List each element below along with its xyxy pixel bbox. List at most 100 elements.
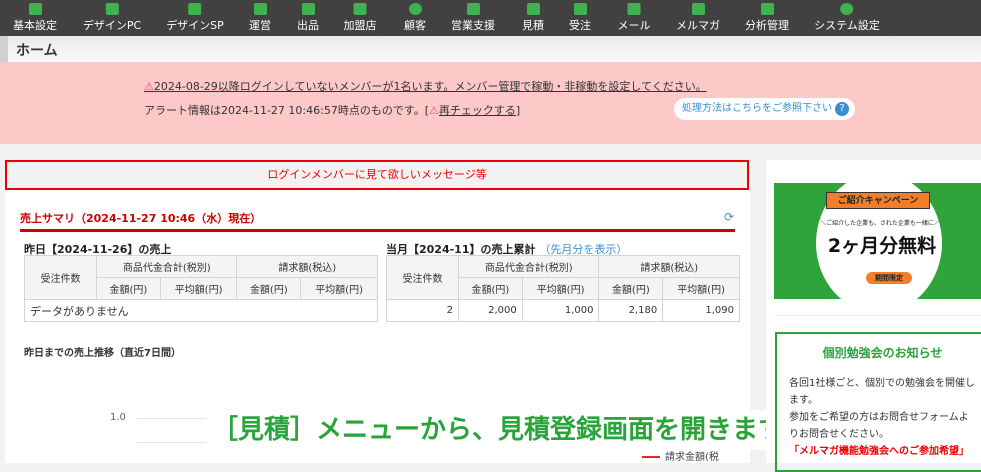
y-tick-label: 1.0 [110,412,126,423]
banner-ribbon: ご紹介キャンペーン [826,192,930,209]
help-button[interactable]: 処理方法はこちらをご参照下さい? [674,98,855,120]
divider [20,229,735,232]
empty-message: データがありません [24,299,378,322]
study-session-notice: 個別勉強会のお知らせ 各回1社様ごと、個別での勉強会を開催します。 参加をご希望… [775,332,981,472]
col-billing: 請求額(税込) [236,255,378,278]
col-average: 平均額(円) [159,277,238,300]
table-row: 2 2,000 1,000 2,180 1,090 [386,299,740,322]
mail-icon [627,3,641,15]
nav-label: 受注 [569,19,591,32]
archive-icon [253,3,267,15]
warning-icon: ⚠ [144,80,154,93]
cell-goods-avg: 1,000 [521,299,600,322]
alert-info: アラート情報は2024-11-27 10:46:57時点のものです。[⚠再チェッ… [144,102,520,118]
warning-icon: ⚠ [429,104,439,117]
refresh-icon[interactable]: ⟳ [724,210,734,224]
col-amount: 金額(円) [598,277,664,300]
briefcase-icon [466,3,480,15]
nav-item-5[interactable]: 加盟店 [344,3,377,33]
nav-label: 出品 [297,19,319,32]
referral-campaign-banner[interactable]: ご紹介キャンペーン ＼ご紹介した企業も、された企業も一緒に／ 2ヶ月分無料 期間… [774,183,981,299]
help-label: 処理方法はこちらをご参照下さい [682,103,832,114]
mail-settings-icon [691,3,705,15]
study-text: 参加をご希望の方はお問合せフォームよりお問合せください。 [789,412,969,440]
legend-swatch [642,456,660,458]
col-billing: 請求額(税込) [598,255,740,278]
cart-icon [573,3,587,15]
study-title: 個別勉強会のお知らせ [822,346,943,360]
nav-item-12[interactable]: 分析管理 [745,3,789,33]
legend-label: 請求金額(税 [665,452,719,463]
user-icon [408,3,422,15]
col-amount: 金額(円) [96,277,161,300]
study-highlight: 「メルマガ機能勉強会へのご参加希望」 [789,446,969,457]
member-message-box: ログインメンバーに見て欲しいメッセージ等 [5,160,749,190]
nav-label: メルマガ [676,19,720,32]
page-title: ホーム [16,43,58,59]
nav-label: デザインSP [166,19,224,32]
col-average: 平均額(円) [521,277,600,300]
top-nav: 基本設定 デザインPC デザインSP 運営 出品 加盟店 顧客 営業支援 見積 受注 メール メルマガ… [0,0,981,36]
sales-trend-title: 昨日までの売上推移（直近7日間） [24,348,181,359]
nav-label: 顧客 [404,19,426,32]
nav-label: 加盟店 [343,19,377,32]
nav-item-7[interactable]: 営業支援 [451,3,495,33]
nav-label: システム設定 [814,19,880,32]
nav-item-2[interactable]: デザインSP [166,3,224,33]
cell-bill-amount: 2,180 [598,299,664,322]
question-icon: ? [835,102,849,116]
col-average: 平均額(円) [300,277,378,300]
bar-chart-icon [760,3,774,15]
banner-headline: 2ヶ月分無料 [827,235,937,257]
tutorial-caption: ［見積］メニューから、見積登録画面を開きます [206,410,791,450]
cell-count: 2 [386,299,459,322]
nav-item-8[interactable]: 見積 [522,3,544,33]
nav-item-0[interactable]: 基本設定 [13,3,57,33]
col-count: 受注件数 [386,255,459,300]
study-text: 各回1社様ごと、個別での勉強会を開催します。 [789,378,975,406]
tag-icon [301,3,315,15]
document-icon [526,3,540,15]
nav-item-1[interactable]: デザインPC [83,3,141,33]
cell-goods-amount: 2,000 [458,299,523,322]
col-average: 平均額(円) [662,277,740,300]
nav-item-6[interactable]: 顧客 [404,3,426,33]
banner-limited-badge: 期間限定 [866,272,912,284]
chart-legend: 請求金額(税 [642,448,719,463]
nav-item-9[interactable]: 受注 [569,3,591,33]
store-add-icon [353,3,367,15]
col-goods-total: 商品代金合計(税別) [457,255,600,278]
nav-label: 見積 [522,19,544,32]
nav-label: 運営 [249,19,271,32]
monitor-icon [105,3,119,15]
nav-item-3[interactable]: 運営 [249,3,271,33]
nav-label: デザインPC [82,19,142,32]
page-title-bar: ホーム [0,36,981,62]
col-amount: 金額(円) [458,277,523,300]
nav-label: 営業支援 [451,19,495,32]
nav-label: 分析管理 [745,19,789,32]
divider [774,315,981,316]
nav-item-13[interactable]: システム設定 [814,3,880,33]
col-count: 受注件数 [24,255,97,300]
cell-bill-avg: 1,090 [662,299,740,322]
nav-item-11[interactable]: メルマガ [676,3,720,33]
alert-text: 2024-08-29以降ログインしていないメンバーが1名います。メンバー管理で稼… [153,80,707,93]
inactive-member-alert-link[interactable]: ⚠2024-08-29以降ログインしていないメンバーが1名います。メンバー管理で… [144,78,707,94]
nav-item-4[interactable]: 出品 [297,3,319,33]
sliders-icon [28,3,42,15]
table-row: データがありません [24,299,378,322]
col-amount: 金額(円) [236,277,302,300]
nav-item-10[interactable]: メール [618,3,651,33]
yesterday-sales-table: 受注件数 商品代金合計(税別) 請求額(税込) 金額(円) 平均額(円) 金額(円) 平均… [24,255,378,322]
gear-icon [840,3,854,15]
alert-panel: ⚠2024-08-29以降ログインしていないメンバーが1名います。メンバー管理で… [0,62,981,144]
recheck-link[interactable]: 再チェックする [439,104,516,117]
nav-label: 基本設定 [13,19,57,32]
nav-label: メール [617,19,651,32]
alert-timestamp-text: アラート情報は2024-11-27 10:46:57時点のものです。[ [144,104,430,117]
col-goods-total: 商品代金合計(税別) [95,255,238,278]
smartphone-icon [188,3,202,15]
month-sales-table: 受注件数 商品代金合計(税別) 請求額(税込) 金額(円) 平均額(円) 金額(円) 平均… [386,255,740,322]
banner-subtitle: ＼ご紹介した企業も、された企業も一緒に／ [820,220,940,227]
